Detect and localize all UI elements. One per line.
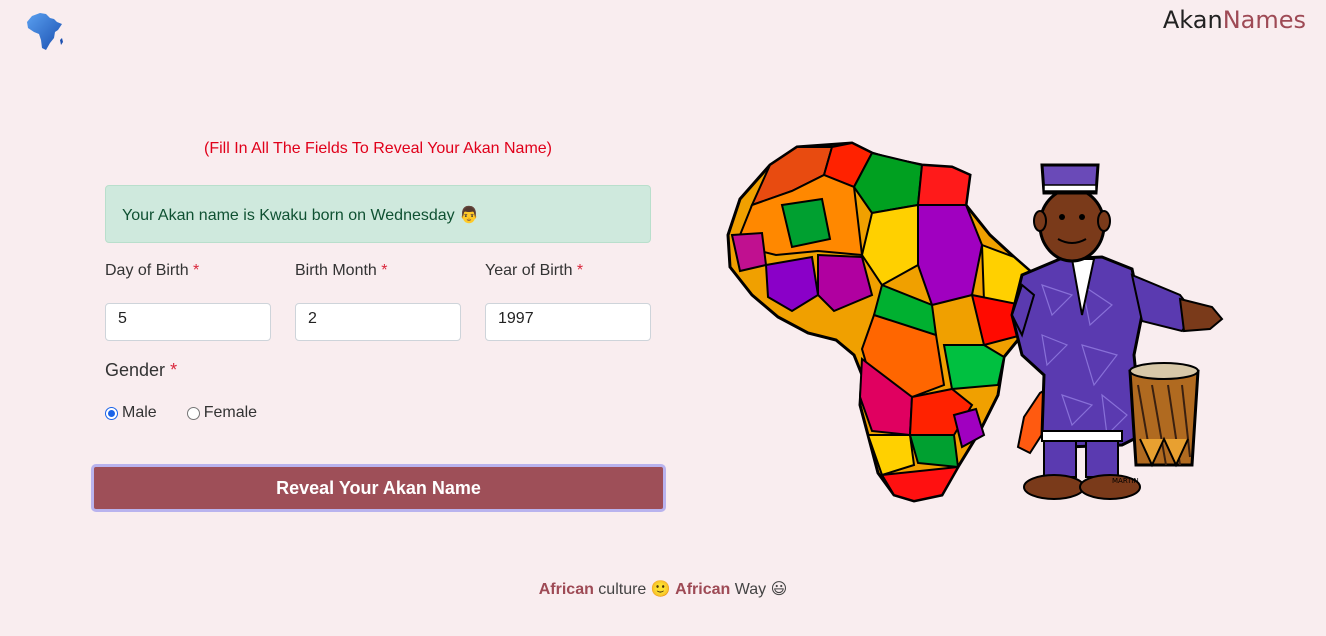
- footer-text-2: Way 😃: [730, 581, 788, 598]
- radio-male[interactable]: [105, 406, 118, 420]
- gender-radio-group: Male Female: [105, 404, 287, 422]
- year-input[interactable]: 1997: [485, 303, 651, 341]
- brand-title[interactable]: AkanNames: [1163, 6, 1306, 34]
- day-label: Day of Birth *: [105, 262, 199, 280]
- gender-option-female-label: Female: [203, 404, 258, 421]
- gender-label: Gender *: [105, 360, 177, 381]
- footer-text-1: culture 🙂: [593, 581, 676, 598]
- gender-option-male[interactable]: Male: [105, 404, 157, 422]
- african-map-with-drummer-illustration: MARTIN: [726, 141, 1224, 503]
- day-input[interactable]: 5: [105, 303, 271, 341]
- footer: African culture 🙂 African Way 😃: [0, 579, 1326, 599]
- year-label-text: Year of Birth: [485, 262, 573, 279]
- svg-text:MARTIN: MARTIN: [1112, 477, 1139, 485]
- month-label: Birth Month *: [295, 262, 388, 280]
- brand-part-2: Names: [1222, 6, 1306, 34]
- day-label-text: Day of Birth: [105, 262, 189, 279]
- required-mark: *: [576, 262, 584, 279]
- reveal-akan-name-button[interactable]: Reveal Your Akan Name: [91, 464, 666, 512]
- required-mark: *: [381, 262, 388, 279]
- required-mark: *: [170, 360, 178, 380]
- gender-label-text: Gender: [105, 360, 166, 380]
- radio-female[interactable]: [186, 406, 200, 420]
- africa-map-icon[interactable]: [24, 10, 66, 52]
- month-label-text: Birth Month: [295, 262, 377, 279]
- result-alert: Your Akan name is Kwaku born on Wednesda…: [105, 185, 651, 243]
- year-label: Year of Birth *: [485, 262, 583, 280]
- gender-option-female[interactable]: Female: [186, 404, 258, 422]
- required-mark: *: [193, 262, 200, 279]
- gender-option-male-label: Male: [122, 404, 157, 421]
- month-input[interactable]: 2: [295, 303, 461, 341]
- footer-word-1: African: [538, 581, 594, 598]
- footer-word-2: African: [675, 581, 731, 598]
- form-hint: (Fill In All The Fields To Reveal Your A…: [203, 140, 553, 157]
- brand-part-1: Akan: [1162, 6, 1223, 34]
